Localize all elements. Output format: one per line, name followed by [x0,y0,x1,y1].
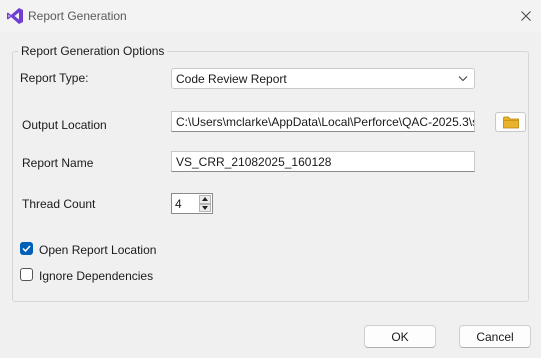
report-name-field[interactable]: VS_CRR_21082025_160128 [171,151,475,172]
visual-studio-icon [7,8,23,24]
report-type-dropdown[interactable]: Code Review Report [171,68,475,89]
output-location-field[interactable]: C:\Users\mclarke\AppData\Local\Perforce\… [171,111,475,132]
triangle-down-icon [202,205,208,210]
spin-up-button[interactable] [199,195,211,204]
ignore-dependencies-checkbox[interactable] [20,268,33,281]
output-location-label: Output Location [22,118,107,132]
cancel-button[interactable]: Cancel [459,325,531,348]
open-report-location-label[interactable]: Open Report Location [39,243,156,257]
triangle-up-icon [202,197,208,202]
thread-count-value: 4 [175,197,182,211]
window-title: Report Generation [28,9,127,23]
open-report-location-checkbox[interactable] [20,242,33,255]
ok-button[interactable]: OK [364,325,436,348]
title-bar: Report Generation [0,0,541,32]
thread-count-spinner[interactable]: 4 [171,193,213,214]
close-button[interactable] [511,0,541,32]
group-legend: Report Generation Options [18,44,168,58]
browse-output-button[interactable] [495,112,526,132]
checkmark-icon [22,245,31,253]
ignore-dependencies-label[interactable]: Ignore Dependencies [39,269,153,283]
thread-count-label: Thread Count [22,197,96,211]
close-icon [521,11,531,21]
chevron-down-icon [458,76,468,82]
spin-down-button[interactable] [199,203,211,212]
report-type-value: Code Review Report [176,72,287,86]
report-type-label: Report Type: [20,71,89,85]
report-name-label: Report Name [22,156,94,170]
folder-icon [502,116,519,128]
